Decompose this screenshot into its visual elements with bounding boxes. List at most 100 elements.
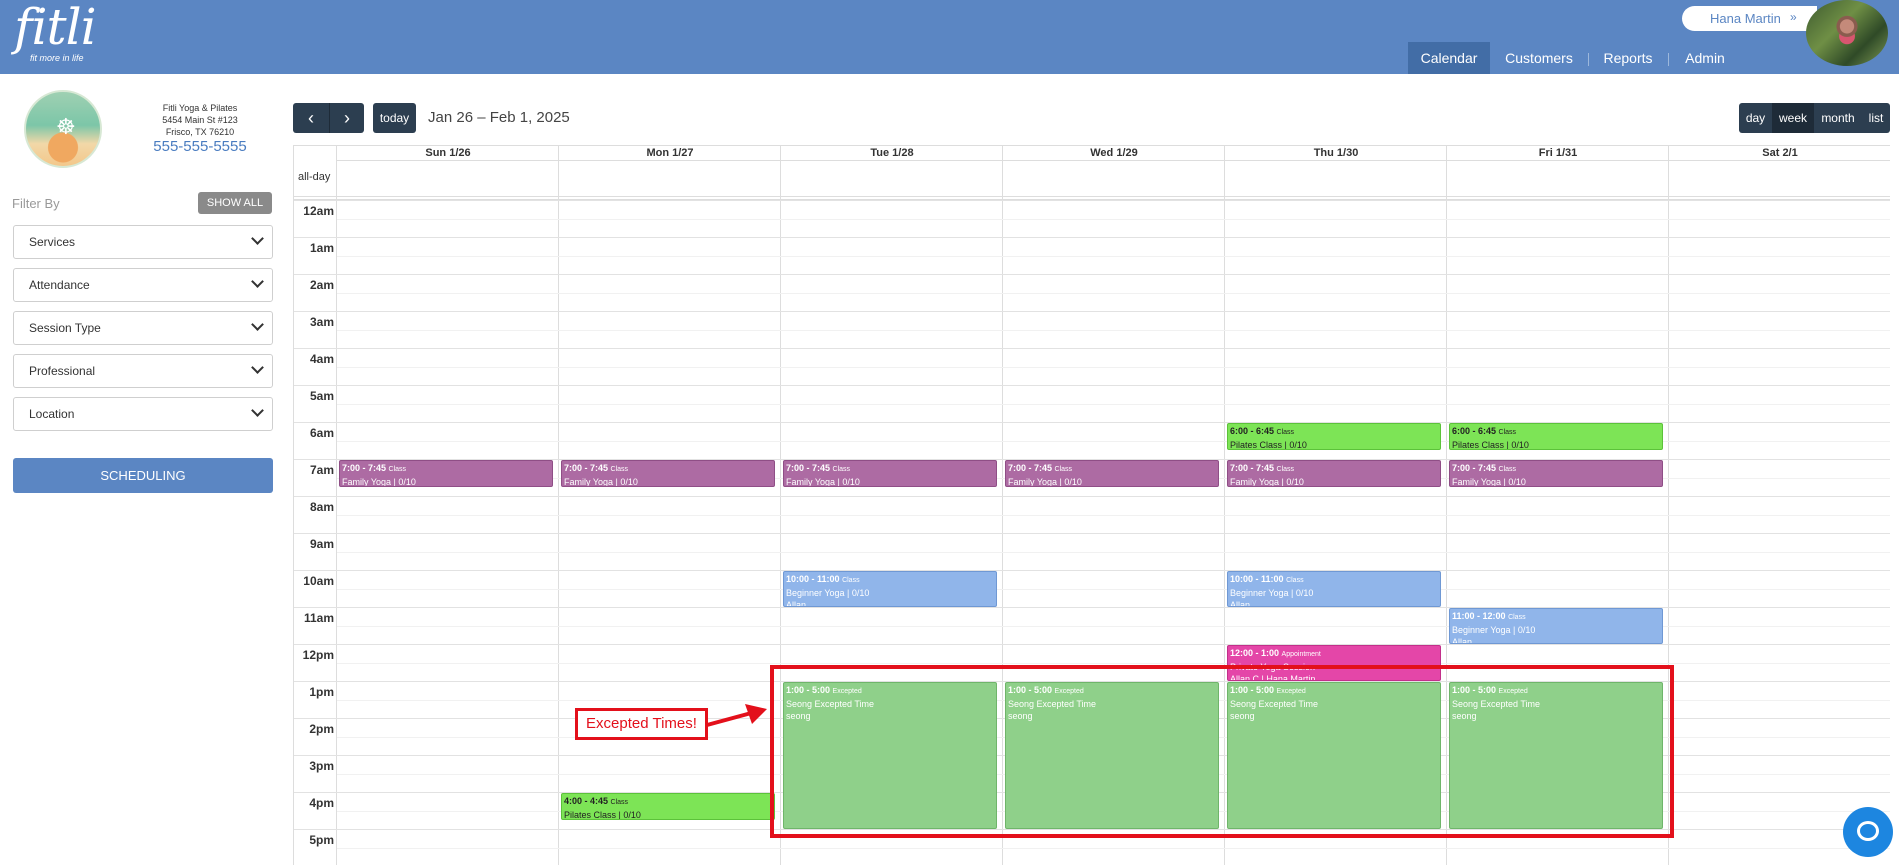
- chat-icon: [1857, 821, 1879, 841]
- event-kind: Class: [842, 577, 860, 584]
- calendar-event[interactable]: 7:00 - 7:45 Class Family Yoga | 0/10: [1005, 460, 1219, 487]
- day-header: Tue 1/28: [781, 146, 1003, 161]
- calendar-event[interactable]: 4:00 - 4:45 Class Pilates Class | 0/10: [561, 793, 775, 820]
- event-header: 10:00 - 11:00 Class: [786, 573, 994, 587]
- event-kind: Class: [1508, 614, 1526, 621]
- date-range-title: Jan 26 – Feb 1, 2025: [428, 109, 570, 126]
- event-time: 10:00 - 11:00: [786, 574, 840, 584]
- hour-gridline: [294, 200, 1890, 201]
- event-kind: Class: [610, 466, 629, 473]
- calendar-event[interactable]: 7:00 - 7:45 Class Family Yoga | 0/10: [783, 460, 997, 487]
- event-time: 12:00 - 1:00: [1230, 648, 1280, 658]
- event-subtitle: Allan: [1230, 600, 1251, 607]
- user-menu[interactable]: Hana Martin »: [1682, 6, 1817, 31]
- hour-gridline: [294, 348, 1890, 349]
- view-day-button[interactable]: day: [1739, 103, 1772, 133]
- hour-label: 6am: [309, 426, 334, 440]
- scheduling-button[interactable]: SCHEDULING: [13, 458, 273, 493]
- chat-widget-button[interactable]: [1843, 807, 1893, 857]
- view-list-button[interactable]: list: [1862, 103, 1890, 133]
- half-hour-gridline: [337, 329, 1890, 331]
- day-header: Thu 1/30: [1225, 146, 1447, 161]
- event-time: 11:00 - 12:00: [1452, 611, 1506, 621]
- event-header: 7:00 - 7:45 Class: [1230, 462, 1438, 476]
- chevron-down-icon: [251, 232, 264, 245]
- event-title: Family Yoga | 0/10: [786, 477, 860, 487]
- hour-gridline: [294, 570, 1890, 571]
- event-header: 12:00 - 1:00 Appointment: [1230, 647, 1438, 661]
- hour-label: 4am: [309, 352, 334, 366]
- calendar-event[interactable]: 6:00 - 6:45 Class Pilates Class | 0/10: [1227, 423, 1441, 450]
- show-all-button[interactable]: SHOW ALL: [198, 192, 272, 214]
- hour-label: 11am: [303, 611, 334, 625]
- hour-gridline: [294, 496, 1890, 497]
- day-header: Sat 2/1: [1669, 146, 1890, 161]
- day-header: Sun 1/26: [337, 146, 559, 161]
- event-title: Pilates Class | 0/10: [1230, 440, 1307, 450]
- hour-label: 9am: [309, 537, 334, 551]
- chevron-left-icon: ‹: [308, 108, 314, 128]
- calendar-event[interactable]: 7:00 - 7:45 Class Family Yoga | 0/10: [339, 460, 553, 487]
- event-time: 7:00 - 7:45: [1452, 463, 1497, 473]
- half-hour-gridline: [337, 366, 1890, 368]
- hour-label: 2am: [309, 278, 334, 292]
- hour-label: 8am: [309, 500, 334, 514]
- nav-calendar[interactable]: Calendar: [1408, 42, 1490, 74]
- view-month-button[interactable]: month: [1814, 103, 1862, 133]
- event-title: Beginner Yoga | 0/10: [1230, 588, 1314, 598]
- event-header: 7:00 - 7:45 Class: [342, 462, 550, 476]
- all-day-label: all-day: [298, 171, 331, 183]
- event-title: Family Yoga | 0/10: [1230, 477, 1304, 487]
- studio-phone[interactable]: 555-555-5555: [140, 138, 260, 155]
- half-hour-gridline: [337, 847, 1890, 849]
- hour-gridline: [294, 237, 1890, 238]
- event-time: 10:00 - 11:00: [1230, 574, 1284, 584]
- studio-logo: ☸: [24, 90, 102, 168]
- half-hour-gridline: [337, 218, 1890, 220]
- attendance-select[interactable]: Attendance: [13, 268, 273, 302]
- day-column-divider: [336, 146, 337, 865]
- calendar-event[interactable]: 7:00 - 7:45 Class Family Yoga | 0/10: [1227, 460, 1441, 487]
- day-header: Mon 1/27: [559, 146, 781, 161]
- hour-label: 3am: [309, 315, 334, 329]
- professional-select[interactable]: Professional: [13, 354, 273, 388]
- event-header: 7:00 - 7:45 Class: [1008, 462, 1216, 476]
- event-title: Pilates Class | 0/10: [564, 810, 641, 820]
- event-time: 7:00 - 7:45: [342, 463, 387, 473]
- calendar-event[interactable]: 6:00 - 6:45 Class Pilates Class | 0/10: [1449, 423, 1663, 450]
- location-select[interactable]: Location: [13, 397, 273, 431]
- event-subtitle: Allan: [786, 600, 807, 607]
- day-header: Wed 1/29: [1003, 146, 1225, 161]
- event-subtitle: Allan: [1452, 637, 1473, 644]
- calendar-event[interactable]: 11:00 - 12:00 Class Beginner Yoga | 0/10 A…: [1449, 608, 1663, 644]
- event-kind: Class: [1276, 466, 1295, 473]
- event-time: 6:00 - 6:45: [1230, 426, 1275, 436]
- event-time: 7:00 - 7:45: [564, 463, 609, 473]
- nav-admin[interactable]: Admin: [1675, 42, 1735, 74]
- nav-customers[interactable]: Customers: [1497, 42, 1581, 74]
- event-title: Family Yoga | 0/10: [1008, 477, 1082, 487]
- half-hour-gridline: [337, 403, 1890, 405]
- calendar-event[interactable]: 10:00 - 11:00 Class Beginner Yoga | 0/10 A…: [1227, 571, 1441, 607]
- today-button[interactable]: today: [373, 103, 416, 133]
- services-select[interactable]: Services: [13, 225, 273, 259]
- hour-label: 2pm: [309, 722, 334, 736]
- half-hour-gridline: [337, 588, 1890, 590]
- half-hour-gridline: [337, 662, 1890, 664]
- event-time: 6:00 - 6:45: [1452, 426, 1497, 436]
- next-week-button[interactable]: ›: [329, 103, 364, 133]
- calendar-event[interactable]: 7:00 - 7:45 Class Family Yoga | 0/10: [1449, 460, 1663, 487]
- hour-label: 7am: [309, 463, 334, 477]
- hour-gridline: [294, 385, 1890, 386]
- event-time: 4:00 - 4:45: [564, 796, 609, 806]
- event-time: 7:00 - 7:45: [1008, 463, 1053, 473]
- calendar-event[interactable]: 10:00 - 11:00 Class Beginner Yoga | 0/10 A…: [783, 571, 997, 607]
- view-week-button[interactable]: week: [1772, 103, 1814, 133]
- prev-week-button[interactable]: ‹: [293, 103, 329, 133]
- hour-label: 4pm: [309, 796, 334, 810]
- hour-label: 1am: [309, 241, 334, 255]
- event-title: Pilates Class | 0/10: [1452, 440, 1529, 450]
- session-type-select[interactable]: Session Type: [13, 311, 273, 345]
- nav-reports[interactable]: Reports: [1595, 42, 1661, 74]
- calendar-event[interactable]: 7:00 - 7:45 Class Family Yoga | 0/10: [561, 460, 775, 487]
